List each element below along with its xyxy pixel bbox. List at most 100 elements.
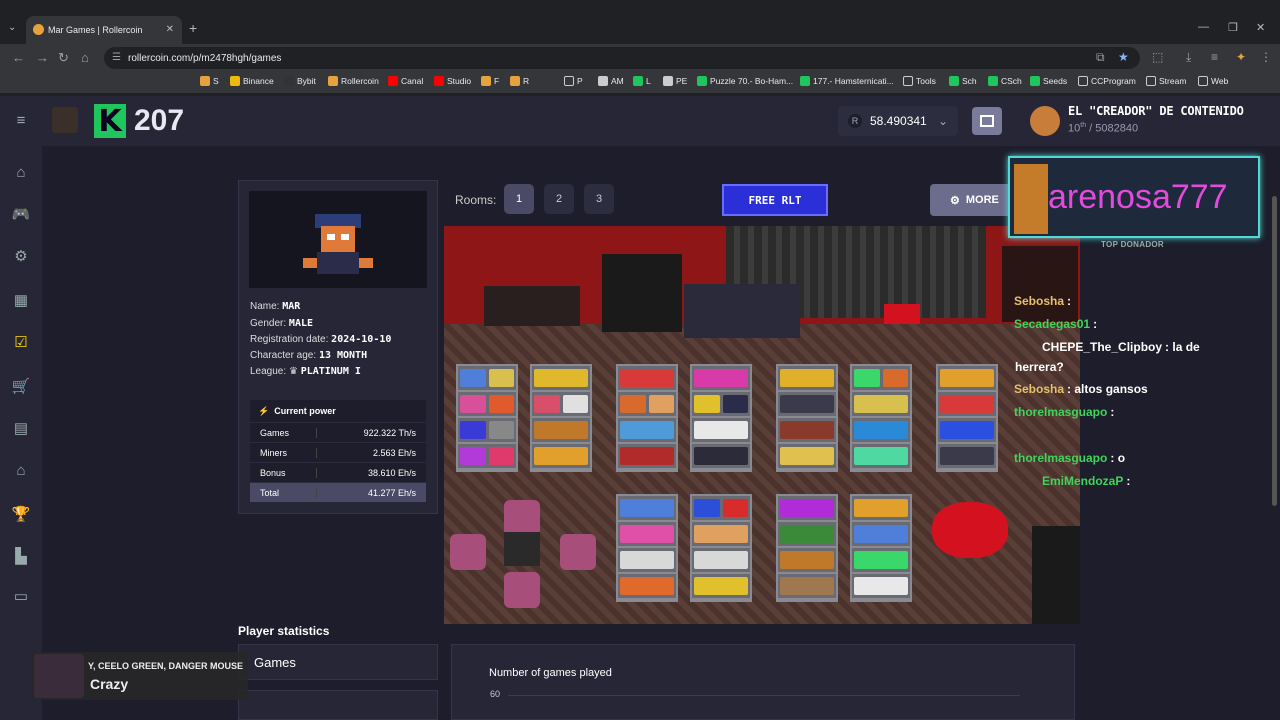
mining-room[interactable] [444,226,1080,624]
tab-search-icon[interactable]: ⌄ [8,22,16,33]
gamepad-icon[interactable]: 🎮 [11,204,31,224]
page-scrollbar[interactable] [1272,196,1277,506]
avatar[interactable] [52,107,78,133]
home-icon[interactable]: ⌂ [81,50,89,65]
creator-avatar[interactable] [1030,106,1060,136]
current-power-header: ⚡ Current power [258,405,336,417]
menu-icon[interactable]: ≡ [11,110,31,130]
menu-icon[interactable]: ⋮ [1260,50,1272,64]
bookmark[interactable]: CSch [988,76,1022,86]
bookmark[interactable]: Sch [949,76,977,86]
more-button[interactable]: ⚙ MORE [930,184,1020,216]
pink-stool [560,534,596,570]
browser-tab[interactable]: Mar Games | Rollercoin ✕ [26,16,182,44]
bookmark-star-icon[interactable]: ★ [1118,50,1129,64]
bookmark[interactable]: F [481,76,499,86]
bar-shelf [1002,246,1078,322]
bookmark-folder[interactable]: Stream [1146,76,1186,86]
miner-rack[interactable] [936,364,998,472]
bookmark[interactable]: 177.- Hamsternicati... [800,76,894,86]
miner-rack[interactable] [616,364,678,472]
bookmark-folder[interactable]: CCProgram [1078,76,1136,86]
gear-icon: ⚙ [950,194,960,207]
bookmark[interactable]: R [510,76,529,86]
miner-rack[interactable] [850,494,912,602]
room-button-3[interactable]: 3 [584,184,614,214]
tasks-icon[interactable]: ☑ [11,332,31,352]
rollercoin-page: ≡ ⌂ 🎮 ⚙ ▦ ☑ 🛒 ▤ ⌂ 🏆 ▙ ▭ K 207 R 58.49034… [0,96,1280,720]
extension-icon[interactable]: ✦ [1236,50,1246,64]
address-bar[interactable]: ☰ rollercoin.com/p/m2478hgh/games [104,47,1140,69]
chat-message: thorelmasguapo: [1014,405,1115,419]
balance-value: 58.490341 [870,114,927,128]
miner-rack[interactable] [690,494,752,602]
browser-chrome: ⌄ Mar Games | Rollercoin ✕ + — ❐ ✕ ← → ↻… [0,0,1280,96]
docs-icon[interactable]: ▭ [11,586,31,606]
games-stats-tab[interactable]: Games [238,644,438,680]
pink-stool [504,572,540,608]
site-info-icon[interactable]: ☰ [112,52,121,63]
install-icon[interactable]: ⧉ [1096,50,1105,65]
extensions-icon[interactable]: ⬚ [1152,50,1163,64]
miner-rack[interactable] [776,364,838,472]
wallet-button[interactable] [972,107,1002,135]
balance-dropdown[interactable]: R 58.490341 ⌄ [838,106,958,136]
bookmark[interactable]: S [200,76,219,86]
player-gender-row: Gender: MALE [250,318,314,329]
trophy-icon[interactable]: 🏆 [11,504,31,524]
pink-stool [450,534,486,570]
desk [484,286,580,326]
bookmark[interactable]: AM [598,76,624,86]
miner-rack[interactable] [776,494,838,602]
calendar-icon[interactable]: ▦ [11,290,31,310]
building-icon[interactable]: ⌂ [11,460,31,480]
player-name-row: Name: MAR [250,301,301,312]
bookmark[interactable]: Studio [434,76,471,86]
tab-bar: ⌄ Mar Games | Rollercoin ✕ + — ❐ ✕ [0,16,1280,44]
bookmark[interactable]: Binance [230,76,274,86]
minimize-icon[interactable]: — [1198,21,1209,33]
close-tab-icon[interactable]: ✕ [166,24,174,35]
bookmark-folder[interactable]: Web [1198,76,1228,86]
factory-icon[interactable]: ▙ [11,546,31,566]
media-icon[interactable]: ≡ [1211,50,1218,64]
miner-rack[interactable] [456,364,518,472]
marketplace-icon[interactable]: ▤ [11,418,31,438]
bookmark[interactable]: Seeds [1030,76,1067,86]
bookmark[interactable]: Canal [388,76,423,86]
chat-message: EmiMendozaP: [1042,474,1131,488]
room-button-2[interactable]: 2 [544,184,574,214]
miner-rack[interactable] [690,364,752,472]
bookmark[interactable]: Puzzle 70.- Bo-Ham... [697,76,793,86]
free-rlt-button[interactable]: FREE RLT [722,184,828,216]
music-title: Crazy [90,676,129,692]
miner-rack[interactable] [850,364,912,472]
maximize-icon[interactable]: ❐ [1228,21,1238,34]
cart-icon[interactable]: 🛒 [11,376,31,396]
download-icon[interactable]: ⤓ [1186,50,1191,65]
back-icon[interactable]: ← [12,50,25,65]
miner-rack[interactable] [616,494,678,602]
red-beanbag [932,502,1008,558]
bookmark[interactable]: L [633,76,651,86]
power-row: Games 922.322 Th/s [250,422,426,442]
bookmark-folder[interactable]: P [564,76,583,86]
home-icon[interactable]: ⌂ [11,162,31,182]
forward-icon[interactable]: → [36,50,49,65]
reload-icon[interactable]: ↻ [58,50,69,66]
bookmark[interactable]: Bybit [284,76,316,86]
bookmark-folder[interactable]: Tools [903,76,936,86]
chart-gridline [508,695,1020,696]
bookmark[interactable]: PE [663,76,687,86]
display-shelf [602,254,682,332]
ottoman [884,304,920,324]
new-tab-icon[interactable]: + [189,20,197,36]
player-statistics-title: Player statistics [238,624,330,638]
rewards-icon[interactable]: ⚙ [11,246,31,266]
room-button-1[interactable]: 1 [504,184,534,214]
stats-tab[interactable] [238,690,438,720]
level-k-icon: K [94,104,126,139]
close-window-icon[interactable]: ✕ [1256,21,1265,34]
miner-rack[interactable] [530,364,592,472]
bookmark[interactable]: Rollercoin [328,76,379,86]
